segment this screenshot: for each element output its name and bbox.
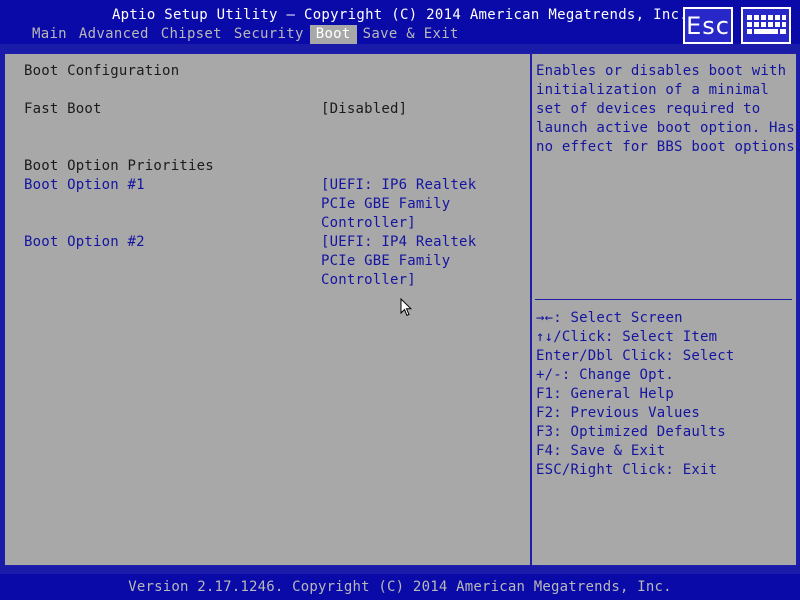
footer-bar: Version 2.17.1246. Copyright (C) 2014 Am…: [0, 574, 800, 600]
boot-option-1-value-line3[interactable]: Controller]: [321, 214, 416, 233]
boot-option-1-label[interactable]: Boot Option #1: [24, 176, 145, 195]
key-legend-item: ESC/Right Click: Exit: [536, 462, 718, 478]
keyboard-button[interactable]: [741, 7, 791, 44]
help-line: launch active boot option. Has: [536, 120, 795, 136]
tab-save-exit[interactable]: Save & Exit: [357, 25, 465, 44]
keyboard-icon: [747, 14, 786, 34]
esc-button[interactable]: Esc: [683, 7, 733, 44]
key-legend-item: F1: General Help: [536, 386, 675, 402]
key-legend-item: F3: Optimized Defaults: [536, 424, 726, 440]
key-legend-item: F4: Save & Exit: [536, 443, 666, 459]
boot-option-1-value[interactable]: [UEFI: IP6 Realtek: [321, 176, 476, 195]
tab-bar: Main Advanced Chipset Security Boot Save…: [26, 25, 465, 44]
help-line: set of devices required to: [536, 101, 761, 117]
tab-security[interactable]: Security: [228, 25, 310, 44]
key-desc: /Click: Select Item: [553, 329, 718, 345]
key-legend-item: +/-: Change Opt.: [536, 367, 675, 383]
help-line: initialization of a minimal: [536, 82, 769, 98]
boot-option-2-value[interactable]: [UEFI: IP4 Realtek: [321, 233, 476, 252]
esc-key-icon: Esc: [686, 11, 730, 40]
boot-option-2-label[interactable]: Boot Option #2: [24, 233, 145, 252]
mouse-pointer-icon: [400, 298, 412, 317]
fast-boot-label[interactable]: Fast Boot: [24, 100, 102, 119]
boot-option-1-value-line2[interactable]: PCIe GBE Family: [321, 195, 450, 214]
tab-main[interactable]: Main: [26, 25, 73, 44]
fast-boot-value[interactable]: [Disabled]: [321, 100, 407, 119]
key-legend-item: Enter/Dbl Click: Select: [536, 348, 735, 364]
help-line: Enables or disables boot with: [536, 63, 787, 79]
app-title: Aptio Setup Utility – Copyright (C) 2014…: [111, 7, 689, 23]
arrows-lr-icon: →←: [536, 310, 554, 326]
tab-advanced[interactable]: Advanced: [73, 25, 155, 44]
boot-option-2-value-line3[interactable]: Controller]: [321, 271, 416, 290]
key-legend-item: F2: Previous Values: [536, 405, 700, 421]
help-line: no effect for BBS boot options.: [536, 139, 800, 155]
tab-boot[interactable]: Boot: [309, 25, 357, 44]
footer-version-text: Version 2.17.1246. Copyright (C) 2014 Am…: [128, 579, 672, 595]
arrows-ud-icon: ↑↓: [536, 329, 554, 345]
help-divider: [535, 299, 792, 300]
key-legend-item: ↑↓/Click: Select Item: [536, 328, 717, 347]
panel-divider: [530, 53, 532, 566]
key-desc: : Select Screen: [553, 310, 683, 326]
header-bar: Aptio Setup Utility – Copyright (C) 2014…: [0, 0, 800, 44]
section-boot-configuration: Boot Configuration: [24, 63, 180, 79]
boot-option-2-value-line2[interactable]: PCIe GBE Family: [321, 252, 450, 271]
tab-chipset[interactable]: Chipset: [155, 25, 228, 44]
key-legend-item: →←: Select Screen: [536, 309, 683, 328]
section-boot-option-priorities: Boot Option Priorities: [24, 158, 214, 174]
